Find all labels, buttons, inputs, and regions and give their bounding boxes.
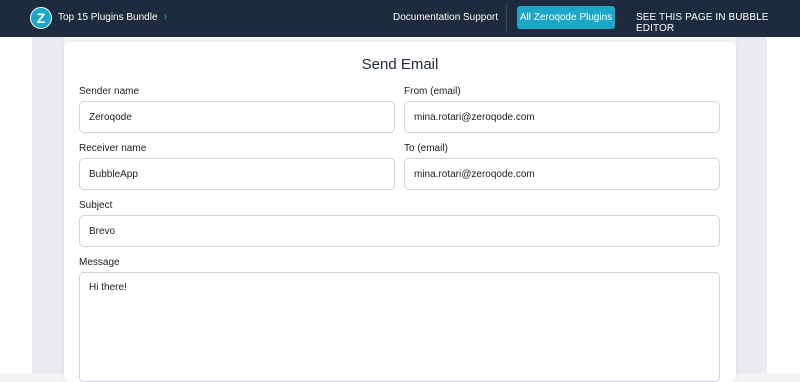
all-plugins-button[interactable]: All Zeroqode Plugins xyxy=(517,6,615,29)
message-label: Message xyxy=(79,257,120,268)
page-gutter-right xyxy=(736,37,767,373)
chevron-right-icon: › xyxy=(163,11,168,23)
bundle-title: Top 15 Plugins Bundle xyxy=(58,11,158,23)
to-email-input[interactable]: mina.rotari@zeroqode.com xyxy=(404,158,720,190)
from-email-input[interactable]: mina.rotari@zeroqode.com xyxy=(404,101,720,133)
support-link[interactable]: Support xyxy=(463,12,498,23)
to-email-label: To (email) xyxy=(404,143,448,154)
bundle-title-link[interactable]: Top 15 Plugins Bundle › xyxy=(58,11,167,23)
page-gutter-left xyxy=(32,37,64,373)
form-title: Send Email xyxy=(361,56,439,73)
bubble-editor-link[interactable]: SEE THIS PAGE IN BUBBLE EDITOR xyxy=(636,12,800,34)
send-email-card: Send Email Sender name Zeroqode From (em… xyxy=(64,42,736,382)
subject-label: Subject xyxy=(79,200,113,211)
sender-name-input[interactable]: Zeroqode xyxy=(79,101,395,133)
zeroqode-logo-icon[interactable]: Z xyxy=(30,7,52,29)
nav-divider xyxy=(506,4,507,33)
top-navigation-bar: Z Top 15 Plugins Bundle › Documentation … xyxy=(0,0,800,37)
receiver-name-label: Receiver name xyxy=(79,143,147,154)
page-margin-left xyxy=(0,37,32,373)
from-email-label: From (email) xyxy=(404,86,461,97)
documentation-link[interactable]: Documentation xyxy=(393,12,460,23)
sender-name-label: Sender name xyxy=(79,86,140,97)
message-textarea[interactable]: Hi there! xyxy=(79,272,720,382)
subject-input[interactable]: Brevo xyxy=(79,215,720,247)
receiver-name-input[interactable]: BubbleApp xyxy=(79,158,395,190)
page-margin-right xyxy=(767,37,800,373)
